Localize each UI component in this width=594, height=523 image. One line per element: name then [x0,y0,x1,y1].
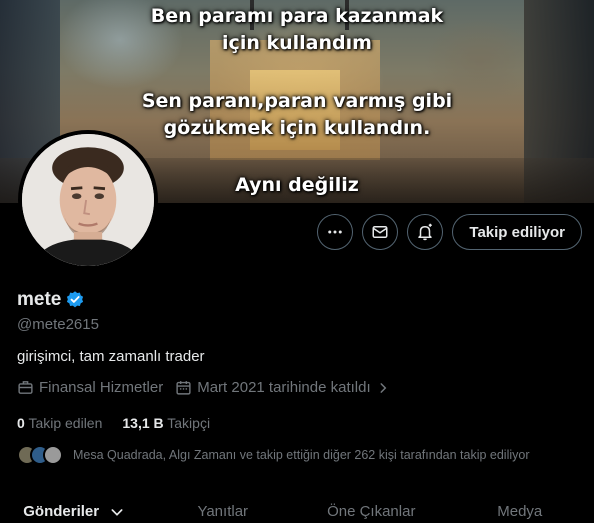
profile-name: mete [17,289,62,310]
known-followers[interactable]: Mesa Quadrada, Algı Zamanı ve takip etti… [17,445,530,465]
followers-count: 13,1 B [122,415,164,431]
follow-counts: 0 Takip edilen 13,1 B Takipçi [17,415,230,431]
followers-label: Takipçi [167,415,211,431]
verified-badge-icon[interactable] [65,290,85,310]
profile-meta: Finansal Hizmetler Mart 2021 tarihinde k… [17,379,402,396]
profile-joined-label: Mart 2021 tarihinde katıldı [197,379,371,396]
mini-avatar [43,445,63,465]
known-followers-text: Mesa Quadrada, Algı Zamanı ve takip etti… [73,448,530,462]
following-label: Takip edilen [28,415,103,431]
profile-name-row: mete [17,289,85,311]
following-count-link[interactable]: 0 Takip edilen [17,415,102,431]
profile-actions: Takip ediliyor [317,214,582,250]
profile-joined[interactable]: Mart 2021 tarihinde katıldı [175,379,389,396]
following-count: 0 [17,415,25,431]
message-icon [372,226,388,238]
followers-count-link[interactable]: 13,1 B Takipçi [122,415,210,431]
tab-media-label: Medya [497,503,543,520]
tab-replies-label: Yanıtlar [197,503,249,520]
chevron-down-icon[interactable] [109,504,125,520]
banner-text-line: Ben paramı para kazanmak [150,5,444,27]
profile-tabs: Gönderiler Yanıtlar Öne Çıkanlar Medya [0,497,594,523]
tab-posts[interactable]: Gönderiler [0,497,149,523]
known-follower-avatars [17,445,63,465]
profile-avatar[interactable] [18,130,158,270]
banner-text-line: Sen paranı,paran varmış gibi [141,90,453,112]
profile-category: Finansal Hizmetler [17,379,163,396]
banner-text-line: için kullandım [222,32,372,54]
calendar-icon [176,381,191,395]
tab-replies[interactable]: Yanıtlar [149,497,298,523]
tab-media[interactable]: Medya [446,497,594,523]
briefcase-icon [18,381,33,394]
tab-highlights[interactable]: Öne Çıkanlar [297,497,446,523]
profile-bio: girişimci, tam zamanlı trader [17,348,205,365]
more-icon [328,230,343,234]
profile-category-label: Finansal Hizmetler [39,379,164,396]
tab-posts-label: Gönderiler [23,503,100,520]
notification-bell-icon [418,223,433,241]
tab-highlights-label: Öne Çıkanlar [327,503,416,520]
message-button[interactable] [362,214,399,250]
more-button[interactable] [317,214,354,250]
avatar-portrait [22,134,154,266]
following-button[interactable]: Takip ediliyor [452,214,582,250]
chevron-right-icon [380,382,387,393]
notifications-button[interactable] [407,214,444,250]
profile-handle: @mete2615 [17,316,99,333]
